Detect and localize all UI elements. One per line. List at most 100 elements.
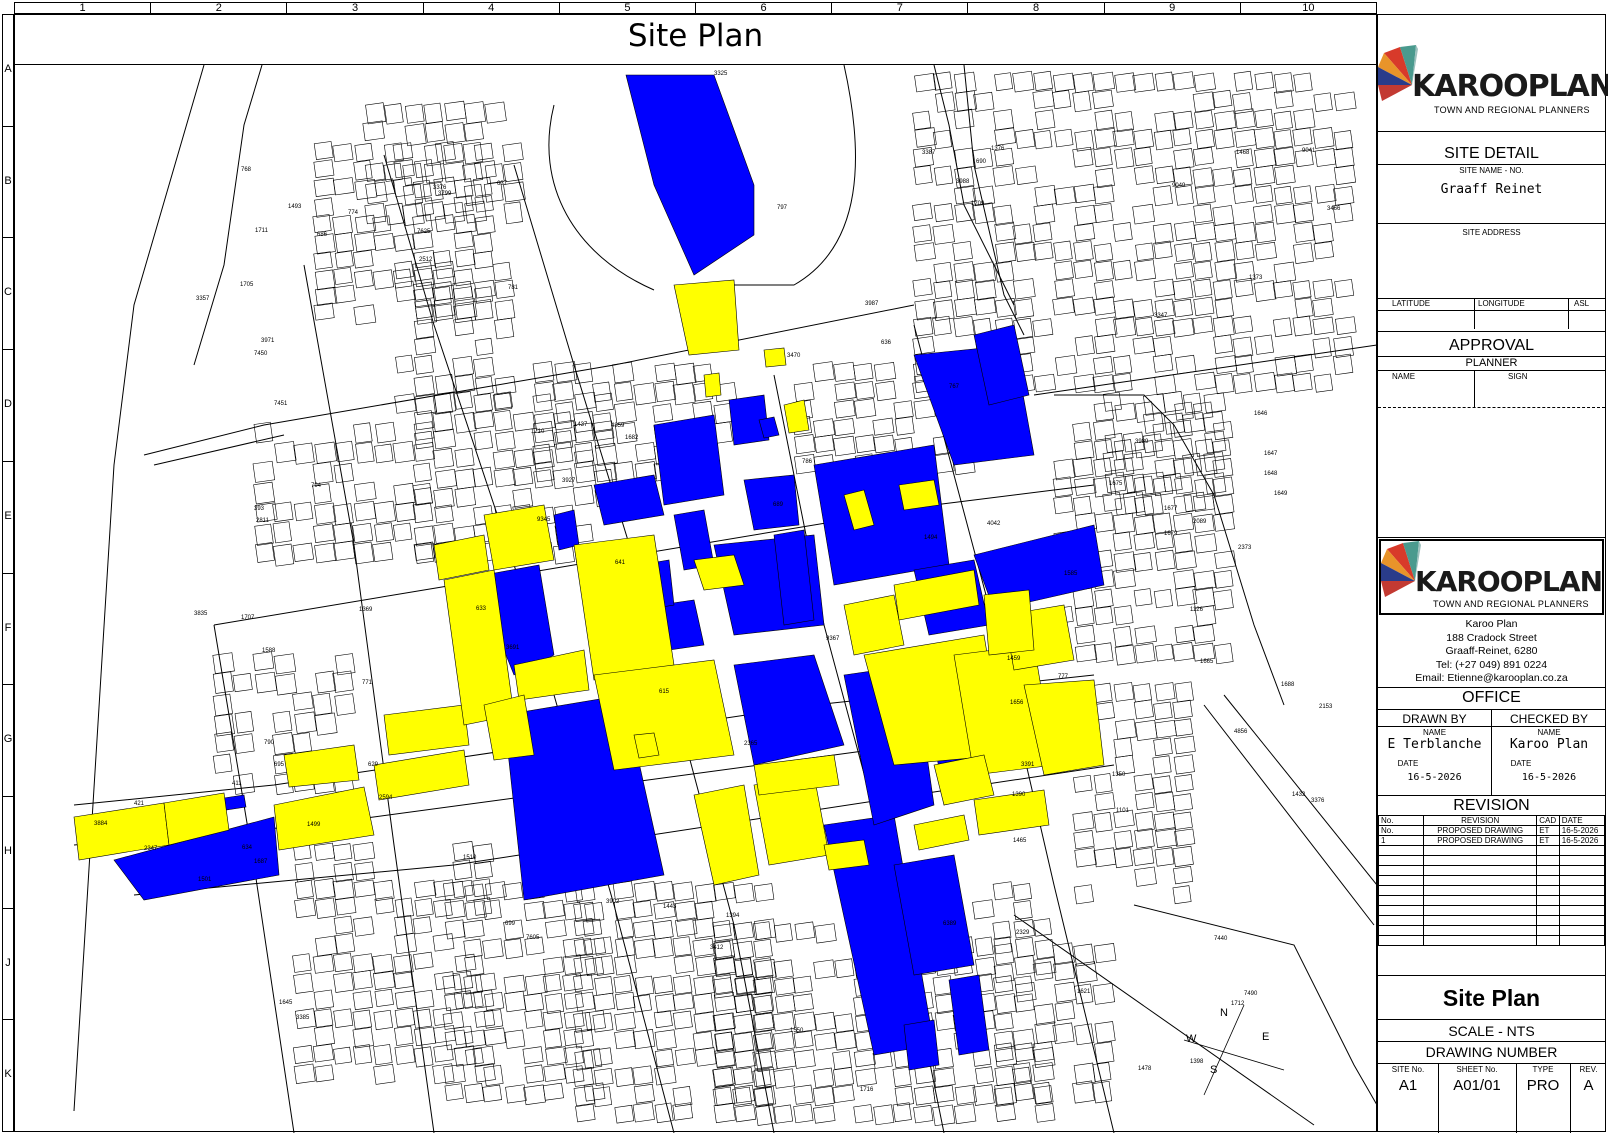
erf-parcel[interactable] [1032, 89, 1055, 109]
erf-parcel[interactable] [1272, 280, 1293, 299]
erf-parcel[interactable] [1212, 279, 1233, 301]
erf-parcel[interactable] [373, 1044, 393, 1066]
erf-parcel[interactable] [412, 462, 432, 483]
highlighted-erf-yellow[interactable] [593, 659, 735, 771]
erf-parcel[interactable] [912, 335, 935, 355]
erf-parcel[interactable] [1273, 129, 1293, 149]
erf-parcel[interactable] [1192, 624, 1216, 644]
erf-parcel[interactable] [575, 991, 596, 1012]
erf-parcel[interactable] [1192, 91, 1215, 113]
erf-parcel[interactable] [1093, 419, 1116, 441]
erf-parcel[interactable] [432, 250, 452, 268]
erf-parcel[interactable] [1133, 699, 1154, 720]
erf-parcel[interactable] [333, 267, 353, 285]
erf-parcel[interactable] [632, 1065, 654, 1086]
erf-parcel[interactable] [364, 202, 387, 225]
erf-parcel[interactable] [612, 880, 634, 900]
erf-parcel[interactable] [313, 302, 335, 321]
erf-parcel[interactable] [712, 923, 736, 943]
erf-parcel[interactable] [475, 215, 496, 235]
erf-parcel[interactable] [313, 878, 336, 900]
erf-parcel[interactable] [1254, 221, 1277, 244]
erf-parcel[interactable] [912, 110, 932, 131]
erf-parcel[interactable] [672, 382, 696, 406]
erf-parcel[interactable] [1212, 589, 1234, 611]
erf-parcel[interactable] [1315, 183, 1337, 204]
erf-parcel[interactable] [1053, 495, 1074, 515]
erf-parcel[interactable] [292, 732, 313, 754]
erf-parcel[interactable] [452, 970, 474, 991]
erf-parcel[interactable] [833, 399, 856, 419]
erf-parcel[interactable] [953, 1103, 977, 1125]
erf-parcel[interactable] [775, 994, 796, 1014]
erf-parcel[interactable] [332, 214, 353, 236]
erf-parcel[interactable] [1204, 472, 1227, 495]
erf-parcel[interactable] [1172, 642, 1195, 662]
erf-parcel[interactable] [1032, 1041, 1055, 1063]
erf-parcel[interactable] [1312, 337, 1332, 359]
erf-parcel[interactable] [832, 1084, 855, 1103]
erf-parcel[interactable] [733, 882, 755, 904]
erf-parcel[interactable] [293, 1063, 316, 1084]
erf-parcel[interactable] [654, 362, 677, 383]
erf-parcel[interactable] [374, 522, 394, 543]
erf-parcel[interactable] [212, 753, 233, 774]
erf-parcel[interactable] [523, 1084, 546, 1106]
erf-parcel[interactable] [463, 121, 484, 142]
erf-parcel[interactable] [1134, 316, 1155, 337]
erf-parcel[interactable] [494, 317, 515, 340]
erf-parcel[interactable] [473, 897, 493, 916]
erf-parcel[interactable] [1072, 296, 1096, 316]
erf-parcel[interactable] [1093, 260, 1114, 282]
erf-parcel[interactable] [912, 202, 933, 221]
erf-parcel[interactable] [313, 842, 335, 861]
erf-parcel[interactable] [1132, 299, 1154, 319]
erf-parcel[interactable] [333, 1008, 354, 1028]
erf-parcel[interactable] [292, 953, 312, 973]
erf-parcel[interactable] [463, 101, 486, 125]
erf-parcel[interactable] [1162, 391, 1184, 413]
erf-parcel[interactable] [652, 936, 674, 959]
highlighted-erf-blue[interactable] [948, 974, 990, 1056]
erf-parcel[interactable] [1143, 393, 1166, 416]
erf-parcel[interactable] [444, 1083, 464, 1101]
erf-parcel[interactable] [1074, 335, 1095, 356]
erf-parcel[interactable] [473, 356, 495, 378]
erf-parcel[interactable] [274, 673, 298, 696]
erf-parcel[interactable] [1153, 701, 1173, 720]
erf-parcel[interactable] [654, 1048, 675, 1068]
erf-parcel[interactable] [773, 1031, 795, 1051]
erf-parcel[interactable] [813, 959, 836, 980]
erf-parcel[interactable] [632, 900, 653, 919]
erf-parcel[interactable] [1133, 532, 1155, 551]
erf-parcel[interactable] [1213, 570, 1234, 589]
erf-parcel[interactable] [1052, 476, 1073, 498]
erf-parcel[interactable] [1192, 242, 1213, 263]
erf-parcel[interactable] [462, 141, 484, 165]
erf-parcel[interactable] [1213, 222, 1237, 242]
cadastral-map[interactable]: 3325 7450 7451 393 3835 411 421 3884 2347 7440 749… [14, 64, 1377, 1133]
erf-parcel[interactable] [1292, 127, 1313, 147]
erf-parcel[interactable] [954, 147, 975, 169]
erf-parcel[interactable] [1174, 681, 1194, 703]
erf-parcel[interactable] [373, 1009, 393, 1031]
erf-parcel[interactable] [573, 973, 594, 992]
erf-parcel[interactable] [292, 542, 315, 562]
erf-parcel[interactable] [773, 1104, 794, 1124]
erf-parcel[interactable] [574, 460, 596, 484]
erf-parcel[interactable] [1214, 240, 1236, 263]
erf-parcel[interactable] [353, 269, 374, 289]
erf-parcel[interactable] [792, 975, 813, 994]
erf-parcel[interactable] [543, 1063, 566, 1082]
highlighted-erf-yellow[interactable] [703, 372, 722, 398]
erf-parcel[interactable] [1212, 458, 1234, 478]
erf-parcel[interactable] [793, 1084, 814, 1105]
erf-parcel[interactable] [412, 1008, 433, 1029]
erf-parcel[interactable] [472, 878, 492, 898]
erf-parcel[interactable] [1013, 298, 1035, 319]
erf-parcel[interactable] [482, 1084, 503, 1103]
erf-parcel[interactable] [414, 336, 437, 356]
erf-parcel[interactable] [352, 841, 376, 862]
erf-parcel[interactable] [773, 1068, 796, 1089]
erf-parcel[interactable] [1092, 71, 1116, 92]
